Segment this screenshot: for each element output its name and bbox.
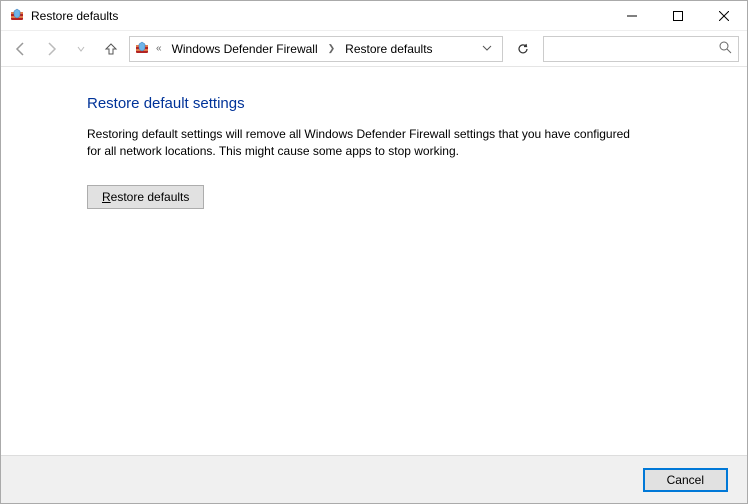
maximize-button[interactable] <box>655 1 701 30</box>
chevron-right-icon[interactable]: ❯ <box>326 43 338 54</box>
forward-button[interactable] <box>39 37 63 61</box>
recent-dropdown-icon[interactable] <box>69 37 93 61</box>
back-button[interactable] <box>9 37 33 61</box>
cancel-button[interactable]: Cancel <box>644 469 727 491</box>
search-box[interactable] <box>543 36 739 62</box>
titlebar: Restore defaults <box>1 1 747 31</box>
footer-bar: Cancel <box>1 455 747 503</box>
address-bar[interactable]: « Windows Defender Firewall ❯ Restore de… <box>129 36 503 62</box>
restore-defaults-button[interactable]: Restore defaults <box>87 185 204 209</box>
firewall-app-icon <box>9 8 25 24</box>
window-title: Restore defaults <box>31 9 609 23</box>
breadcrumb-segment-restore[interactable]: Restore defaults <box>341 42 436 56</box>
close-button[interactable] <box>701 1 747 30</box>
navigation-bar: « Windows Defender Firewall ❯ Restore de… <box>1 31 747 67</box>
refresh-button[interactable] <box>509 36 537 62</box>
address-dropdown-icon[interactable] <box>476 42 498 56</box>
minimize-button[interactable] <box>609 1 655 30</box>
page-description: Restoring default settings will remove a… <box>87 126 647 161</box>
page-title: Restore default settings <box>87 95 717 112</box>
search-input[interactable] <box>550 42 719 56</box>
search-icon[interactable] <box>719 41 732 57</box>
window-controls <box>609 1 747 30</box>
breadcrumb-segment-firewall[interactable]: Windows Defender Firewall <box>168 42 322 56</box>
breadcrumb-overflow-icon[interactable]: « <box>154 43 164 54</box>
up-button[interactable] <box>99 37 123 61</box>
content-area: Restore default settings Restoring defau… <box>1 67 747 209</box>
firewall-icon <box>134 41 150 57</box>
